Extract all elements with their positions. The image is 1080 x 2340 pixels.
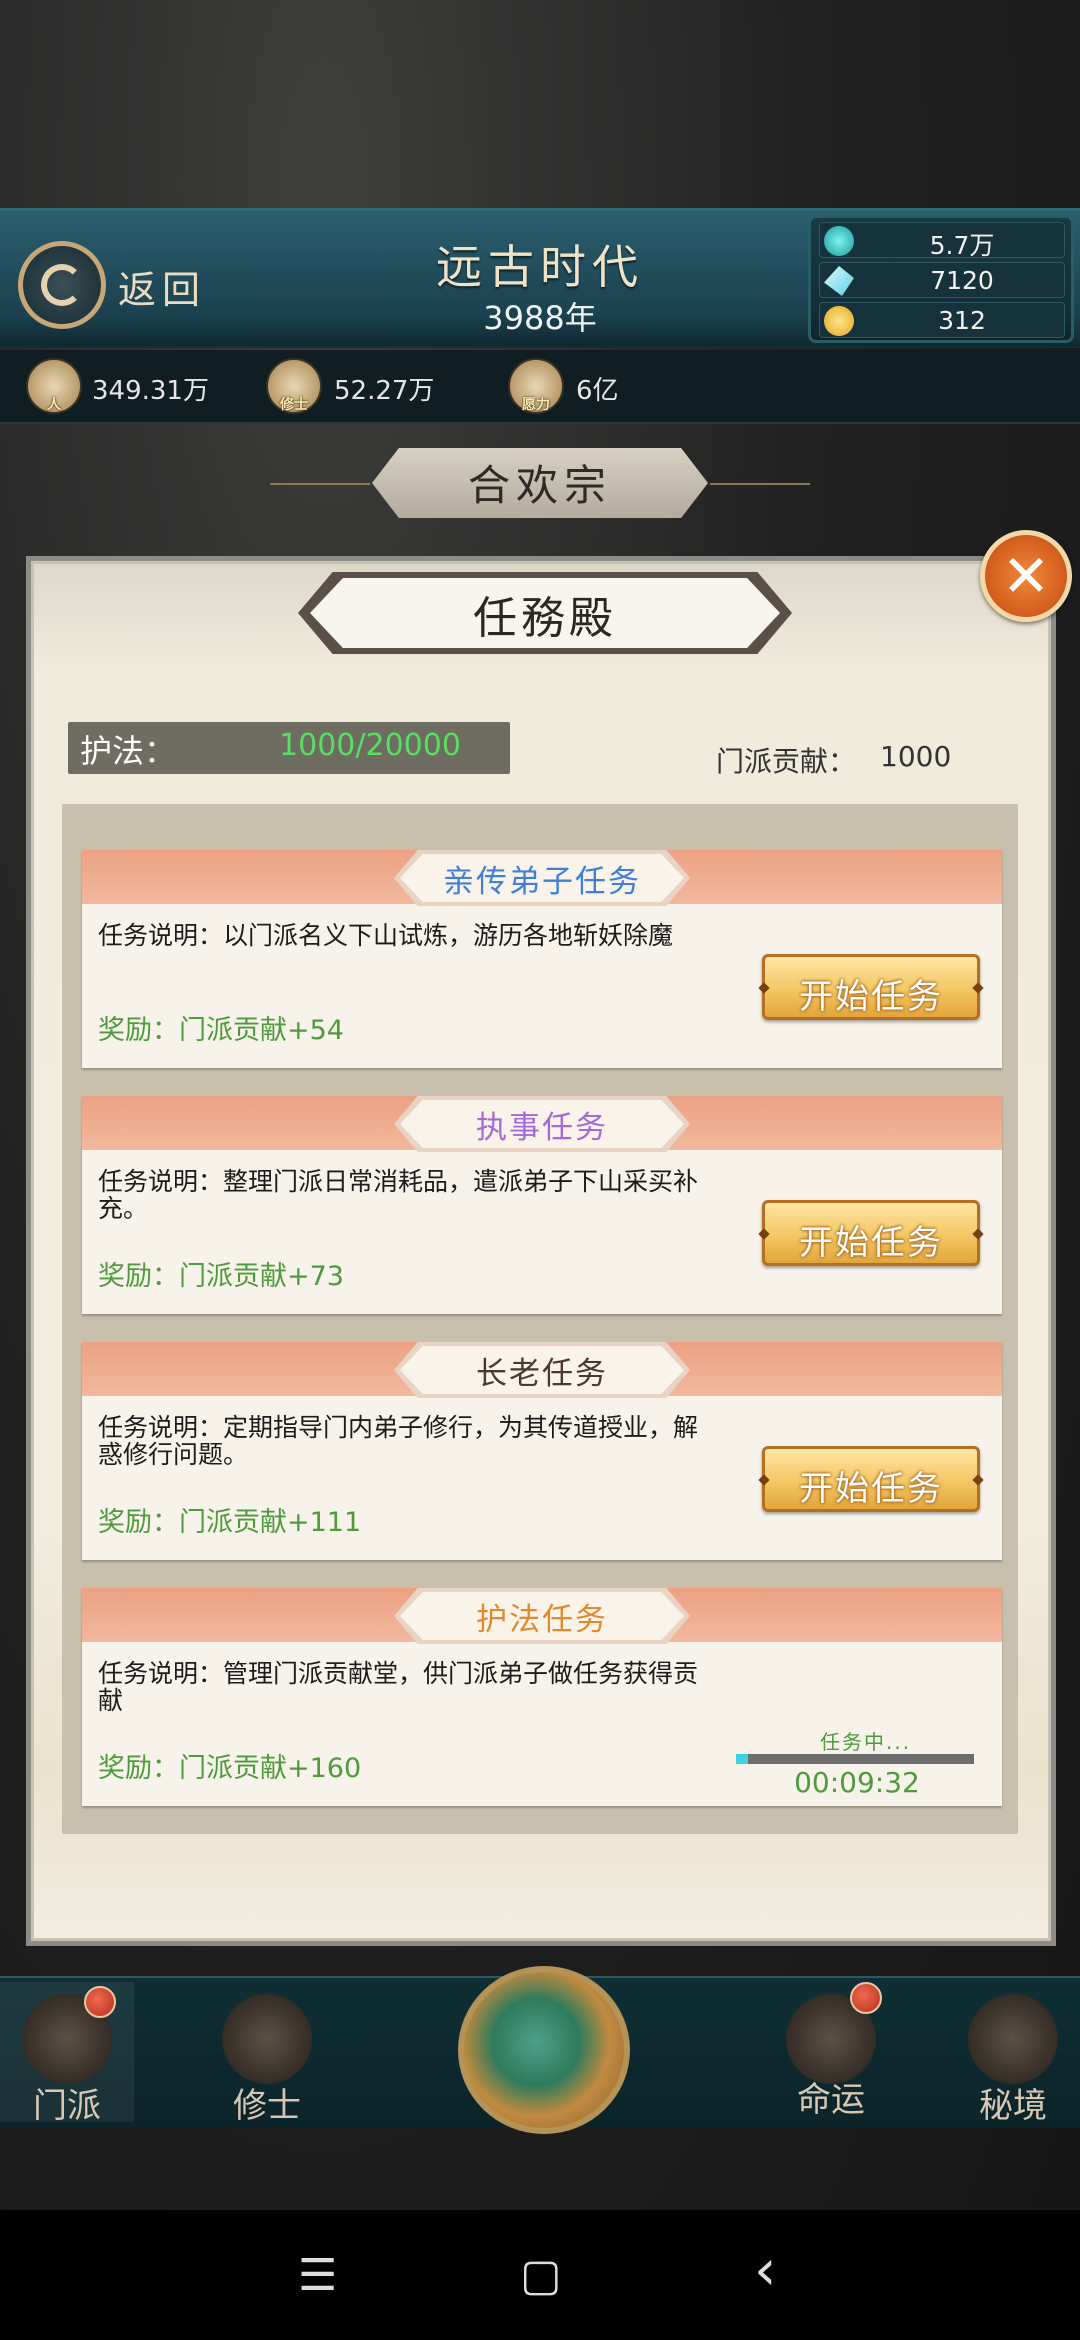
task-reward: 奖励：门派贡献+54	[98, 1015, 344, 1046]
nav-secret-realm[interactable]: 秘境	[946, 1982, 1080, 2126]
resource-value: 7120	[930, 266, 994, 295]
population-value: 349.31万	[92, 376, 209, 406]
cultivator-icon	[222, 1994, 312, 2084]
wish-power-icon: 愿力	[508, 358, 564, 414]
task-card: 亲传弟子任务 任务说明：以门派名义下山试炼，游历各地斩妖除魔 奖励：门派贡献+5…	[82, 850, 1002, 1068]
task-description: 任务说明：以门派名义下山试炼，游历各地斩妖除魔	[98, 921, 674, 950]
home-icon[interactable]: ▢	[520, 2250, 562, 2301]
task-reward: 奖励：门派贡献+160	[98, 1753, 362, 1784]
stat-tag: 人	[47, 397, 61, 413]
guard-value: 1000/20000	[279, 728, 461, 763]
gold-ingot-icon	[824, 306, 854, 336]
close-button[interactable]: ✕	[980, 530, 1072, 622]
nav-label: 命运	[797, 2080, 865, 2120]
top-banner: 返回 远古时代 3988年 5.7万 7120 312	[0, 208, 1080, 348]
era-year: 3988年	[483, 299, 597, 337]
era-title: 远古时代	[436, 240, 644, 294]
task-description: 任务说明：管理门派贡献堂，供门派弟子做任务获得贡献	[98, 1659, 699, 1715]
nav-sect[interactable]: 门派	[0, 1982, 134, 2126]
sect-name: 合欢宗	[467, 461, 612, 510]
nav-fate[interactable]: 命运	[764, 1982, 898, 2122]
start-task-label: 开始任务	[799, 977, 943, 1017]
task-timer: 00:09:32	[794, 1766, 920, 1799]
start-task-label: 开始任务	[799, 1223, 943, 1263]
task-reward: 奖励：门派贡献+73	[98, 1261, 344, 1292]
task-description: 任务说明：整理门派日常消耗品，遣派弟子下山采买补充。	[98, 1167, 699, 1223]
task-card: 护法任务 任务说明：管理门派贡献堂，供门派弟子做任务获得贡献 奖励：门派贡献+1…	[82, 1588, 1002, 1806]
contribution-label: 门派贡献：	[716, 745, 857, 778]
task-name: 执事任务	[476, 1110, 608, 1146]
notification-badge	[850, 1982, 882, 2014]
secret-realm-icon	[968, 1994, 1058, 2084]
stat-tag: 修士	[280, 397, 308, 413]
wish-power-value: 6亿	[576, 376, 619, 406]
population-icon: 人	[26, 358, 82, 414]
start-task-button[interactable]: 开始任务	[762, 1446, 980, 1512]
resource-value: 5.7万	[929, 231, 995, 260]
back-button[interactable]: 返回	[118, 259, 206, 314]
task-progress-fill	[736, 1754, 748, 1764]
guard-label: 护法：	[80, 732, 177, 770]
contribution-value: 1000	[880, 740, 952, 773]
nav-cultivator[interactable]: 修士	[200, 1982, 334, 2126]
nav-label: 门派	[33, 2086, 101, 2126]
back-icon[interactable]	[18, 241, 106, 329]
resource-row[interactable]: 5.7万	[819, 222, 1065, 260]
resource-value: 312	[938, 306, 986, 335]
task-status: 任务中...	[820, 1730, 912, 1754]
jade-orb-icon	[824, 226, 854, 256]
start-task-label: 开始任务	[799, 1469, 943, 1509]
menu-icon[interactable]: ☰	[298, 2250, 337, 2301]
task-progress-bar	[736, 1754, 974, 1764]
world-orb-icon[interactable]	[458, 1966, 630, 2134]
divider	[270, 483, 370, 485]
panel-title: 任務殿	[473, 593, 617, 644]
task-name: 护法任务	[476, 1602, 608, 1638]
task-reward: 奖励：门派贡献+111	[98, 1507, 362, 1538]
task-card: 执事任务 任务说明：整理门派日常消耗品，遣派弟子下山采买补充。 奖励：门派贡献+…	[82, 1096, 1002, 1314]
start-task-button[interactable]: 开始任务	[762, 1200, 980, 1266]
task-card: 长老任务 任务说明：定期指导门内弟子修行，为其传道授业，解惑修行问题。 奖励：门…	[82, 1342, 1002, 1560]
nav-label: 秘境	[979, 2086, 1047, 2126]
resource-panel: 5.7万 7120 312	[808, 215, 1074, 343]
cultivator-icon: 修士	[266, 358, 322, 414]
resource-row[interactable]: 312	[819, 302, 1065, 338]
nav-label: 修士	[233, 2086, 301, 2126]
close-icon: ✕	[1001, 542, 1051, 610]
resource-row[interactable]: 7120	[819, 262, 1065, 298]
back-nav-icon[interactable]: ‹	[754, 2238, 776, 2303]
divider	[710, 483, 810, 485]
task-name: 长老任务	[476, 1356, 608, 1392]
stat-tag: 愿力	[522, 397, 550, 413]
cultivator-value: 52.27万	[334, 376, 435, 406]
notification-badge	[84, 1986, 116, 2018]
stats-bar: 人 349.31万 修士 52.27万 愿力 6亿	[0, 350, 1080, 424]
crystal-icon	[824, 266, 854, 296]
task-name: 亲传弟子任务	[443, 864, 641, 900]
start-task-button[interactable]: 开始任务	[762, 954, 980, 1020]
task-description: 任务说明：定期指导门内弟子修行，为其传道授业，解惑修行问题。	[98, 1413, 699, 1469]
